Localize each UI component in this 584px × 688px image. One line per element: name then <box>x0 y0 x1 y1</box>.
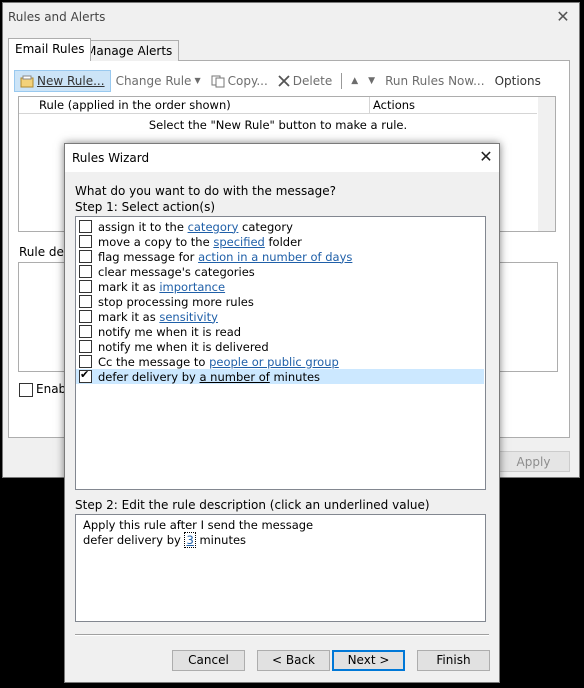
run-rules-now-button[interactable]: Run Rules Now... <box>380 70 490 92</box>
action-checkbox[interactable] <box>79 295 92 308</box>
toolbar-divider <box>341 73 343 89</box>
action-checkbox[interactable] <box>79 220 92 233</box>
wizard-question: What do you want to do with the message? <box>75 184 336 198</box>
action-link[interactable]: action in a number of days <box>198 250 352 264</box>
rules-toolbar: New Rule... Change Rule ▼ Copy... Delete… <box>14 70 546 92</box>
copy-icon <box>211 75 225 87</box>
description-line: defer delivery by 3 minutes <box>83 532 247 548</box>
action-text: Cc the message to <box>98 354 210 369</box>
action-text: clear message's categories <box>98 264 255 279</box>
tab-email-rules[interactable]: Email Rules <box>8 38 92 61</box>
action-text: move a copy to the <box>98 234 214 249</box>
rules-list-header: Rule (applied in the order shown) Action… <box>19 97 537 114</box>
action-item[interactable]: stop processing more rules <box>76 294 484 309</box>
action-checkbox[interactable] <box>79 340 92 353</box>
action-link[interactable]: category <box>188 220 239 234</box>
action-text: folder <box>264 234 302 249</box>
action-checkbox[interactable] <box>79 280 92 293</box>
action-text: defer delivery by <box>98 369 200 384</box>
action-text: flag message for <box>98 249 199 264</box>
action-item[interactable]: mark it as sensitivity <box>76 309 484 324</box>
action-item[interactable]: Cc the message to people or public group <box>76 354 484 369</box>
close-icon[interactable]: ✕ <box>550 5 576 29</box>
new-rule-button[interactable]: New Rule... <box>14 70 111 92</box>
action-text: mark it as <box>98 279 160 294</box>
action-link[interactable]: importance <box>159 280 225 294</box>
copy-button[interactable]: Copy... <box>206 70 273 92</box>
enable-checkbox[interactable] <box>19 383 33 397</box>
step1-label: Step 1: Select action(s) <box>75 200 216 214</box>
action-item[interactable]: assign it to the category category <box>76 219 484 234</box>
wizard-divider <box>75 634 489 636</box>
column-header-rule[interactable]: Rule (applied in the order shown) <box>39 97 370 113</box>
rule-description-label: Rule des <box>19 245 71 259</box>
chevron-down-icon: ▼ <box>194 76 201 85</box>
wizard-title: Rules Wizard <box>72 151 150 165</box>
action-checkbox[interactable] <box>79 265 92 278</box>
copy-label: Copy... <box>227 74 268 88</box>
action-link[interactable]: people or public group <box>209 355 339 369</box>
new-rule-label: New Rule... <box>37 74 105 88</box>
rules-list-scrollbar[interactable] <box>538 97 555 231</box>
action-text: mark it as <box>98 309 160 324</box>
action-text: assign it to the <box>98 219 188 234</box>
action-text: notify me when it is read <box>98 324 242 339</box>
description-text: minutes <box>195 533 247 547</box>
options-button[interactable]: Options <box>490 70 546 92</box>
action-link[interactable]: sensitivity <box>159 310 218 324</box>
cancel-button[interactable]: Cancel <box>172 650 245 671</box>
minutes-value-link[interactable]: 3 <box>184 532 196 548</box>
action-text: stop processing more rules <box>98 294 254 309</box>
delete-button[interactable]: Delete <box>273 70 337 92</box>
move-down-button[interactable]: ▼ <box>363 70 380 92</box>
description-line: Apply this rule after I send the message <box>83 518 314 532</box>
delete-label: Delete <box>292 74 333 88</box>
action-checkbox[interactable] <box>79 250 92 263</box>
action-item[interactable]: notify me when it is delivered <box>76 339 484 354</box>
action-item[interactable]: flag message for action in a number of d… <box>76 249 484 264</box>
action-item[interactable]: mark it as importance <box>76 279 484 294</box>
run-rules-now-label: Run Rules Now... <box>385 74 485 88</box>
window-title: Rules and Alerts <box>8 10 106 24</box>
change-rule-button[interactable]: Change Rule ▼ <box>111 70 206 92</box>
action-text: minutes <box>269 369 321 384</box>
action-link[interactable]: a number of <box>199 370 269 384</box>
finish-button[interactable]: Finish <box>417 650 490 671</box>
action-link[interactable]: specified <box>213 235 265 249</box>
change-rule-label: Change Rule <box>115 74 192 88</box>
action-item[interactable]: defer delivery by a number of minutes <box>76 368 484 384</box>
action-item[interactable]: move a copy to the specified folder <box>76 234 484 249</box>
action-text: category <box>238 219 293 234</box>
move-up-button[interactable]: ▲ <box>346 70 363 92</box>
action-checkbox[interactable] <box>79 235 92 248</box>
tab-manage-alerts[interactable]: Manage Alerts <box>79 40 180 61</box>
empty-rules-message: Select the "New Rule" button to make a r… <box>148 118 408 132</box>
close-icon[interactable]: ✕ <box>474 146 498 168</box>
action-item[interactable]: notify me when it is read <box>76 324 484 339</box>
options-label: Options <box>494 74 541 88</box>
back-button[interactable]: < Back <box>257 650 330 671</box>
action-checkbox[interactable] <box>79 310 92 323</box>
arrow-down-icon: ▼ <box>368 76 376 86</box>
step2-label: Step 2: Edit the rule description (click… <box>75 498 430 512</box>
action-checkbox[interactable] <box>79 355 92 368</box>
delete-icon <box>278 75 290 87</box>
next-button[interactable]: Next > <box>332 650 405 671</box>
description-text: defer delivery by <box>83 533 185 547</box>
new-rule-icon <box>20 75 34 87</box>
apply-button[interactable]: Apply <box>497 451 570 472</box>
action-checkbox[interactable] <box>79 325 92 338</box>
arrow-up-icon: ▲ <box>351 76 359 86</box>
action-checkbox[interactable] <box>79 368 92 383</box>
action-text: notify me when it is delivered <box>98 339 269 354</box>
action-item[interactable]: clear message's categories <box>76 264 484 279</box>
column-header-actions[interactable]: Actions <box>371 97 415 113</box>
